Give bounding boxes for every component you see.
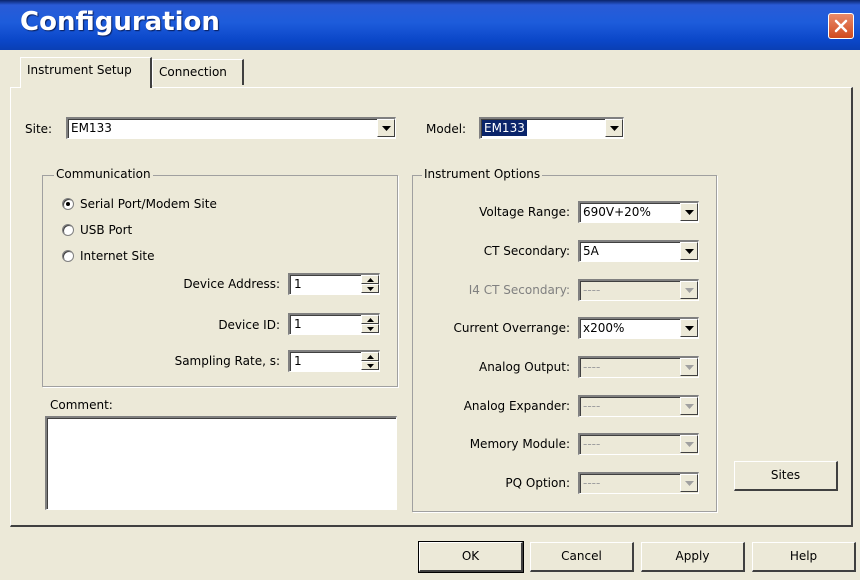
title-bar[interactable]: Configuration (0, 0, 860, 50)
comment-textarea[interactable] (45, 416, 397, 510)
radio-label: Internet Site (80, 249, 155, 263)
sites-button[interactable]: Sites (734, 461, 838, 491)
memory-module-select: ---- (578, 433, 699, 455)
close-icon (834, 19, 848, 33)
device-id-stepper[interactable]: 1 (288, 313, 380, 335)
radio-button[interactable] (62, 198, 74, 210)
sampling-rate-label: Sampling Rate, s: (174, 354, 280, 368)
pq-option-value: ---- (583, 476, 601, 490)
site-dropdown-button[interactable] (377, 119, 395, 137)
chevron-down-icon (685, 326, 694, 331)
tab-label: Connection (159, 65, 227, 79)
device-id-label: Device ID: (218, 318, 280, 332)
chevron-down-icon (685, 365, 694, 370)
chevron-down-icon (685, 210, 694, 215)
pq-option-label: PQ Option: (505, 476, 570, 490)
voltage-range-select[interactable]: 690V+20% (578, 201, 699, 223)
dropdown-button (680, 281, 698, 299)
spin-down-icon (367, 364, 374, 368)
analog-output-value: ---- (583, 360, 601, 374)
model-label: Model: (426, 122, 467, 136)
i4-ct-secondary-value: ---- (583, 283, 601, 297)
spin-up-icon (367, 355, 374, 359)
device-id-value: 1 (294, 317, 302, 331)
spin-up-button[interactable] (361, 352, 379, 361)
tab-connection[interactable]: Connection (152, 59, 244, 85)
site-label: Site: (25, 122, 53, 136)
chevron-down-icon (685, 404, 694, 409)
site-value: EM133 (71, 121, 112, 135)
pq-option-select: ---- (578, 472, 699, 494)
chevron-down-icon (685, 442, 694, 447)
site-select[interactable]: EM133 (66, 117, 396, 139)
spin-down-icon (367, 327, 374, 331)
close-button[interactable] (828, 13, 854, 39)
current-overrange-label: Current Overrange: (453, 321, 570, 335)
tab-instrument-setup[interactable]: Instrument Setup (20, 57, 152, 88)
ct-secondary-label: CT Secondary: (483, 244, 570, 258)
comment-label: Comment: (50, 398, 113, 412)
spin-up-icon (367, 318, 374, 322)
radio-button[interactable] (62, 224, 74, 236)
dropdown-button[interactable] (680, 319, 698, 337)
analog-output-select: ---- (578, 356, 699, 378)
ok-button[interactable]: OK (418, 541, 524, 573)
spin-down-button[interactable] (361, 284, 379, 293)
dropdown-button[interactable] (680, 242, 698, 260)
analog-expander-value: ---- (583, 399, 601, 413)
voltage-range-value: 690V+20% (583, 205, 651, 219)
model-dropdown-button[interactable] (605, 119, 623, 137)
analog-output-label: Analog Output: (478, 360, 570, 374)
spin-up-icon (367, 278, 374, 282)
chevron-down-icon (610, 126, 619, 131)
dropdown-button[interactable] (680, 203, 698, 221)
chevron-down-icon (685, 249, 694, 254)
radio-label: USB Port (80, 223, 133, 237)
dropdown-button (680, 435, 698, 453)
radio-label: Serial Port/Modem Site (80, 197, 217, 211)
current-overrange-value: x200% (583, 321, 625, 335)
chevron-down-icon (685, 288, 694, 293)
memory-module-value: ---- (583, 437, 601, 451)
device-address-value: 1 (294, 277, 302, 291)
i4-ct-secondary-select: ---- (578, 279, 699, 301)
device-address-label: Device Address: (183, 277, 280, 291)
sampling-rate-stepper[interactable]: 1 (288, 350, 380, 372)
memory-module-label: Memory Module: (469, 437, 570, 451)
analog-expander-select: ---- (578, 395, 699, 417)
voltage-range-label: Voltage Range: (479, 205, 570, 219)
device-address-stepper[interactable]: 1 (288, 273, 380, 295)
instrument-options-group (412, 175, 717, 512)
communication-group-title: Communication (54, 167, 153, 181)
chevron-down-icon (382, 126, 391, 131)
dropdown-button (680, 397, 698, 415)
dropdown-button (680, 358, 698, 376)
configuration-dialog: Configuration Instrument Setup Connectio… (0, 0, 860, 580)
model-select[interactable]: EM133 (479, 117, 624, 139)
spin-up-button[interactable] (361, 315, 379, 324)
spin-up-button[interactable] (361, 275, 379, 284)
cancel-button[interactable]: Cancel (530, 542, 634, 572)
spin-down-button[interactable] (361, 324, 379, 333)
ct-secondary-value: 5A (583, 244, 599, 258)
spin-down-button[interactable] (361, 361, 379, 370)
apply-button[interactable]: Apply (641, 542, 745, 572)
current-overrange-select[interactable]: x200% (578, 317, 699, 339)
instrument-options-group-title: Instrument Options (422, 167, 543, 181)
ct-secondary-select[interactable]: 5A (578, 240, 699, 262)
spin-down-icon (367, 287, 374, 291)
model-value: EM133 (482, 120, 527, 136)
analog-expander-label: Analog Expander: (463, 399, 570, 413)
i4-ct-secondary-label: I4 CT Secondary: (468, 283, 570, 297)
help-button[interactable]: Help (752, 542, 856, 572)
sampling-rate-value: 1 (294, 354, 302, 368)
window-title: Configuration (20, 7, 220, 37)
radio-button[interactable] (62, 250, 74, 262)
tab-label: Instrument Setup (27, 63, 132, 77)
dropdown-button (680, 474, 698, 492)
chevron-down-icon (685, 481, 694, 486)
